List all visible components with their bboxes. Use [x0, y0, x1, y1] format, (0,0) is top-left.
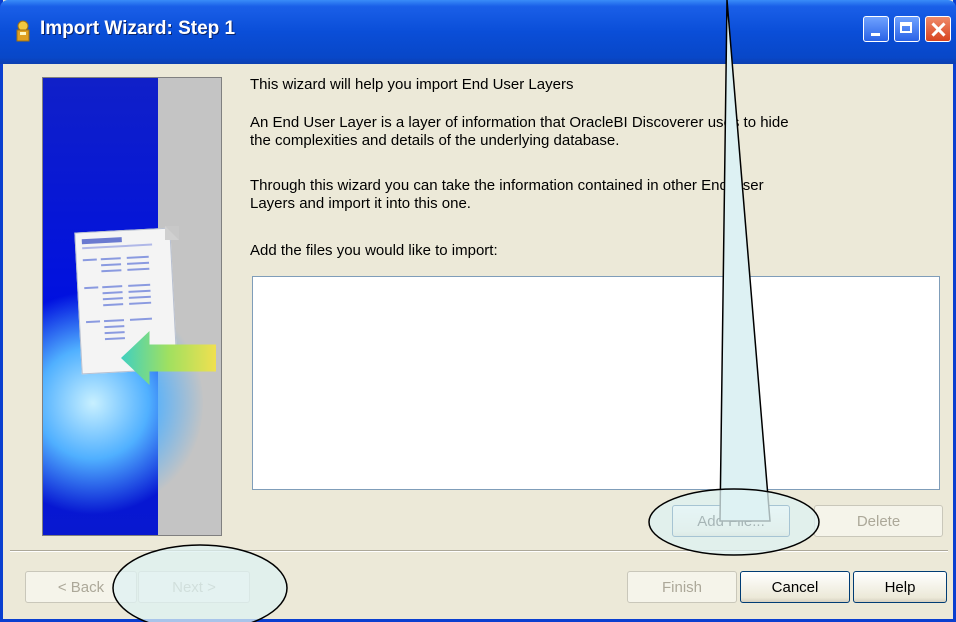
wizard-side-graphic	[42, 77, 222, 536]
maximize-icon[interactable]	[894, 16, 920, 42]
back-button[interactable]: < Back	[25, 571, 137, 603]
file-list[interactable]	[252, 276, 940, 490]
finish-button[interactable]: Finish	[627, 571, 737, 603]
help-button[interactable]: Help	[853, 571, 947, 603]
window-title: Import Wizard: Step 1	[40, 18, 236, 39]
files-label: Add the files you would like to import:	[250, 242, 498, 259]
wizard-icon	[16, 20, 30, 42]
next-button[interactable]: Next >	[138, 571, 250, 603]
intro-text: This wizard will help you import End Use…	[250, 76, 574, 93]
import-wizard-window: Import Wizard: Step 1 This wizard will h…	[0, 0, 956, 622]
footer-divider	[10, 550, 948, 552]
cancel-button[interactable]: Cancel	[740, 571, 850, 603]
title-bar[interactable]: Import Wizard: Step 1	[0, 0, 956, 64]
description-text: An End User Layer is a layer of informat…	[250, 114, 789, 149]
add-file-button[interactable]: Add File...	[672, 505, 790, 537]
instructions-text: Through this wizard you can take the inf…	[250, 177, 764, 212]
close-icon[interactable]	[925, 16, 951, 42]
minimize-icon[interactable]	[863, 16, 889, 42]
delete-button[interactable]: Delete	[814, 505, 943, 537]
